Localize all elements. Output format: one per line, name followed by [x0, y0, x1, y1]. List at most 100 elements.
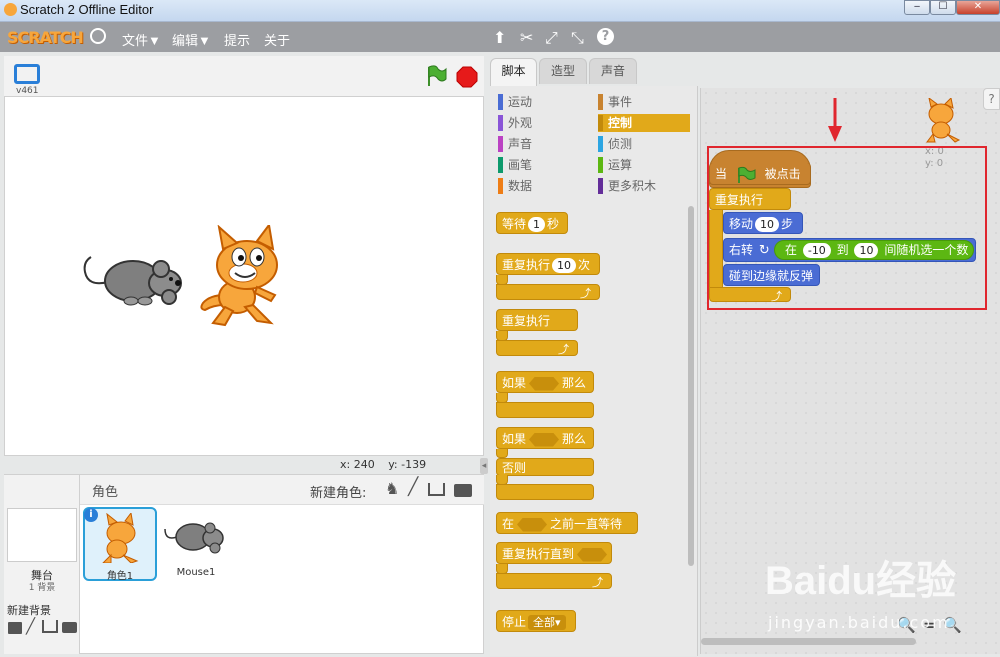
version-label: v461	[16, 86, 39, 96]
category-events[interactable]: 事件	[598, 93, 690, 111]
block-repeat-until[interactable]: 重复执行直到	[496, 542, 612, 564]
language-globe-icon[interactable]	[90, 28, 106, 44]
stage-thumbnail[interactable]	[7, 508, 77, 562]
shrink-icon[interactable]: ⤡	[571, 28, 584, 48]
fullscreen-icon[interactable]	[14, 64, 40, 84]
camera-sprite-icon[interactable]	[454, 484, 472, 497]
block-wait-until[interactable]: 在之前一直等待	[496, 512, 638, 534]
block-forever[interactable]: 重复执行	[496, 309, 578, 331]
mouse-sprite[interactable]	[83, 247, 193, 317]
tab-costumes[interactable]: 造型	[539, 58, 587, 84]
menu-edit[interactable]: 编辑▼	[172, 30, 211, 49]
new-backdrop-label: 新建背景	[7, 604, 51, 617]
upload-backdrop-icon[interactable]	[42, 620, 58, 633]
palette-scrollbar[interactable]	[688, 206, 694, 566]
stage-column: 舞台 1 背景 新建背景 ╱	[4, 475, 80, 654]
backdrop-library-icon[interactable]	[8, 622, 22, 634]
category-more-blocks[interactable]: 更多积木	[598, 177, 690, 195]
upload-sprite-icon[interactable]	[428, 483, 445, 496]
category-control[interactable]: 控制	[598, 114, 690, 132]
sprite-preview-cat	[926, 98, 961, 143]
sprites-title: 角色	[92, 485, 119, 500]
help-tab[interactable]: ?	[983, 88, 1000, 110]
y-label: y:	[388, 458, 398, 471]
cat-thumbnail	[102, 513, 139, 563]
stage-header: v461	[4, 56, 484, 96]
category-looks[interactable]: 外观	[498, 114, 588, 132]
category-operators[interactable]: 运算	[598, 156, 690, 174]
sprites-header: 角色 新建角色: ♞ ╱	[80, 475, 484, 505]
block-wait[interactable]: 等待 1 秒	[496, 212, 568, 234]
condition-slot[interactable]	[529, 376, 560, 391]
stop-sign-icon[interactable]	[456, 66, 478, 88]
category-color-bar	[498, 115, 503, 131]
window-title: Scratch 2 Offline Editor	[20, 2, 154, 17]
category-motion[interactable]: 运动	[498, 93, 588, 111]
category-color-bar	[498, 178, 503, 194]
menu-about[interactable]: 关于	[264, 30, 290, 49]
sprite-tile-cat[interactable]: i 角色1	[83, 507, 157, 582]
grow-icon[interactable]: ⤢	[545, 28, 558, 48]
sprite-library-icon[interactable]: ♞	[385, 479, 399, 498]
category-color-bar	[598, 136, 603, 152]
scripts-horizontal-scrollbar[interactable]	[701, 638, 916, 645]
block-repeat[interactable]: 重复执行 10 次	[496, 253, 600, 275]
watermark-url: jingyan.baidu.com	[768, 613, 950, 632]
category-color-bar	[598, 94, 603, 110]
duplicate-stamp-icon[interactable]: ⬆	[493, 28, 506, 47]
stage[interactable]	[4, 96, 484, 456]
menu-bar: SCRATCH 文件▼ 编辑▼ 提示 关于 ⬆ ✂ ⤢ ⤡ ?	[0, 22, 1000, 52]
category-data[interactable]: 数据	[498, 177, 588, 195]
title-bar: Scratch 2 Offline Editor ‒ ☐ ✕	[0, 0, 1000, 22]
watermark: Baidu经验	[765, 559, 957, 603]
category-pen[interactable]: 画笔	[498, 156, 588, 174]
close-button[interactable]: ✕	[956, 0, 1000, 15]
sprite-tile-mouse[interactable]: Mouse1	[159, 507, 233, 581]
minimize-button[interactable]: ‒	[904, 0, 930, 15]
block-stop[interactable]: 停止 全部▾	[496, 610, 576, 632]
mouse-thumbnail	[164, 522, 224, 554]
loop-arrow-icon: ⤴	[496, 340, 578, 356]
delete-scissors-icon[interactable]: ✂	[520, 28, 533, 47]
condition-slot[interactable]	[517, 517, 548, 532]
category-sensing[interactable]: 侦测	[598, 135, 690, 153]
category-color-bar	[498, 136, 503, 152]
window-controls: ‒ ☐ ✕	[904, 0, 1000, 16]
menu-file[interactable]: 文件▼	[122, 30, 161, 49]
tab-sounds[interactable]: 声音	[589, 58, 637, 84]
menu-tips[interactable]: 提示	[224, 30, 250, 49]
paint-backdrop-icon[interactable]: ╱	[26, 617, 35, 635]
green-flag-icon[interactable]	[424, 64, 448, 88]
else-label: 否则	[496, 458, 594, 476]
help-icon[interactable]: ?	[597, 28, 614, 45]
category-color-bar	[598, 178, 603, 194]
category-color-bar	[498, 157, 503, 173]
sprite-name: 角色1	[106, 571, 134, 582]
condition-slot[interactable]	[577, 547, 608, 562]
mouse-coordinates: x: 240 y: -139	[340, 458, 426, 471]
collapse-stage-handle[interactable]: ◂	[480, 458, 488, 474]
block-if-else[interactable]: 如果 那么	[496, 427, 594, 449]
sprite-name: Mouse1	[176, 567, 216, 578]
repeat-input[interactable]: 10	[552, 258, 577, 273]
condition-slot[interactable]	[529, 432, 560, 447]
block-if-then[interactable]: 如果 那么	[496, 371, 594, 393]
paint-sprite-icon[interactable]: ╱	[408, 477, 418, 497]
cat-sprite[interactable]	[195, 225, 295, 330]
tab-scripts[interactable]: 脚本	[490, 58, 537, 86]
scratch-logo[interactable]: SCRATCH	[7, 28, 84, 47]
maximize-button[interactable]: ☐	[930, 0, 956, 15]
camera-backdrop-icon[interactable]	[62, 622, 77, 633]
category-sound[interactable]: 声音	[498, 135, 588, 153]
category-color-bar	[498, 94, 503, 110]
category-color-bar	[598, 157, 603, 173]
red-arrow-icon	[828, 98, 842, 142]
category-color-bar	[598, 115, 603, 131]
c-mouth	[496, 449, 508, 458]
backdrop-count: 1 背景	[28, 583, 56, 593]
stop-dropdown[interactable]: 全部▾	[528, 615, 566, 630]
x-label: x:	[340, 458, 351, 471]
c-bottom	[496, 484, 594, 500]
app-icon	[4, 3, 17, 16]
wait-input[interactable]: 1	[528, 217, 546, 232]
